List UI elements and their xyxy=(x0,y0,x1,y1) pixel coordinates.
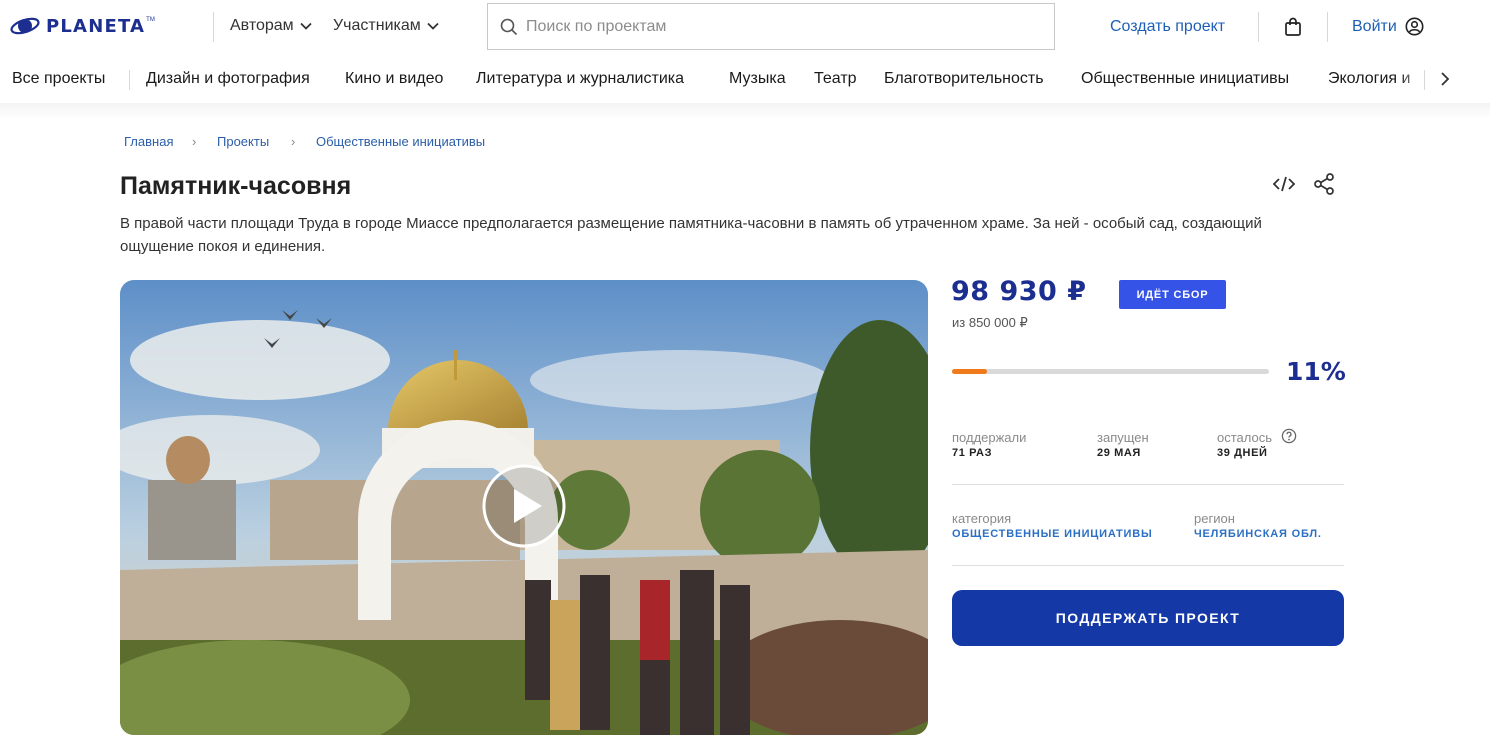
project-video-cover[interactable] xyxy=(120,280,928,735)
create-project-link[interactable]: Создать проект xyxy=(1110,18,1225,36)
embed-button[interactable] xyxy=(1272,172,1296,196)
chevron-down-icon xyxy=(427,22,439,30)
question-circle-icon xyxy=(1281,428,1297,444)
nav-participants-label: Участникам xyxy=(333,17,421,34)
nav-shadow xyxy=(0,103,1490,119)
category-theatre[interactable]: Театр xyxy=(814,70,857,88)
planeta-logo[interactable]: PLANETA TM xyxy=(10,13,155,39)
region-label: регион xyxy=(1194,511,1235,526)
remaining-label: осталось xyxy=(1217,430,1273,445)
share-icon xyxy=(1314,173,1334,195)
chevron-right-icon: › xyxy=(291,134,296,149)
category-music[interactable]: Музыка xyxy=(729,70,786,88)
header-divider xyxy=(1258,12,1259,42)
category-literature[interactable]: Литература и журналистика xyxy=(476,70,684,88)
logo-trademark: TM xyxy=(146,17,155,23)
raised-amount: 98 930 ₽ xyxy=(951,276,1087,307)
category-design-photo[interactable]: Дизайн и фотография xyxy=(146,70,310,88)
search-icon xyxy=(500,18,518,35)
category-label: категория xyxy=(952,511,1012,526)
header-divider xyxy=(213,12,214,42)
header-divider xyxy=(1327,12,1328,42)
breadcrumb-home[interactable]: Главная xyxy=(124,134,173,149)
category-charity[interactable]: Благотворительность xyxy=(884,70,1044,88)
project-description: В правой части площади Труда в городе Ми… xyxy=(120,215,1262,255)
nav-authors-label: Авторам xyxy=(230,17,294,34)
help-icon[interactable] xyxy=(1281,428,1297,449)
share-button[interactable] xyxy=(1312,172,1336,196)
category-fade xyxy=(1400,58,1430,102)
chevron-right-icon: › xyxy=(192,134,197,149)
breadcrumb-projects[interactable]: Проекты xyxy=(217,134,269,149)
logo-text: PLANETA xyxy=(46,15,146,37)
category-all-projects[interactable]: Все проекты xyxy=(12,70,105,88)
region-link[interactable]: ЧЕЛЯБИНСКАЯ ОБЛ. xyxy=(1194,528,1322,540)
category-divider xyxy=(129,70,130,90)
category-public-initiatives[interactable]: Общественные инициативы xyxy=(1081,70,1289,88)
nav-authors-dropdown[interactable]: Авторам xyxy=(230,17,312,35)
search-box[interactable] xyxy=(487,3,1055,50)
backers-value: 71 РАЗ xyxy=(952,447,993,459)
category-link[interactable]: ОБЩЕСТВЕННЫЕ ИНИЦИАТИВЫ xyxy=(952,528,1153,540)
funding-progress-fill xyxy=(952,369,987,374)
chevron-right-icon xyxy=(1441,72,1450,86)
support-project-button[interactable]: ПОДДЕРЖАТЬ ПРОЕКТ xyxy=(952,590,1344,646)
site-header: PLANETA TM Авторам Участникам Создать пр… xyxy=(0,0,1490,56)
category-scroll-next-button[interactable] xyxy=(1434,68,1456,90)
nav-participants-dropdown[interactable]: Участникам xyxy=(333,17,439,35)
divider xyxy=(952,484,1344,485)
divider xyxy=(952,565,1344,566)
funding-progress-bar xyxy=(952,369,1269,374)
shopping-bag-icon xyxy=(1285,17,1301,36)
breadcrumb-category[interactable]: Общественные инициативы xyxy=(316,134,485,149)
launched-value: 29 МАЯ xyxy=(1097,447,1141,459)
status-badge: ИДЁТ СБОР xyxy=(1119,280,1226,309)
chevron-down-icon xyxy=(300,22,312,30)
remaining-value: 39 ДНЕЙ xyxy=(1217,447,1268,459)
funding-percent: 11% xyxy=(1286,357,1346,386)
launched-label: запущен xyxy=(1097,430,1149,445)
cart-button[interactable] xyxy=(1284,17,1302,42)
play-icon xyxy=(482,464,566,548)
code-embed-icon xyxy=(1272,176,1296,192)
page-title: Памятник-часовня xyxy=(120,172,352,200)
backers-label: поддержали xyxy=(952,430,1027,445)
goal-amount: из 850 000 ₽ xyxy=(952,315,1028,330)
search-input[interactable] xyxy=(526,17,1026,36)
user-circle-icon xyxy=(1405,17,1424,36)
login-label: Войти xyxy=(1352,17,1397,35)
login-button[interactable]: Войти xyxy=(1352,17,1424,36)
category-film-video[interactable]: Кино и видео xyxy=(345,70,443,88)
planet-logo-icon xyxy=(10,17,40,35)
play-video-button[interactable] xyxy=(482,464,566,548)
category-nav: Все проекты Дизайн и фотография Кино и в… xyxy=(0,58,1490,102)
category-ecology[interactable]: Экология и xyxy=(1328,70,1410,88)
category-divider xyxy=(1424,70,1425,90)
